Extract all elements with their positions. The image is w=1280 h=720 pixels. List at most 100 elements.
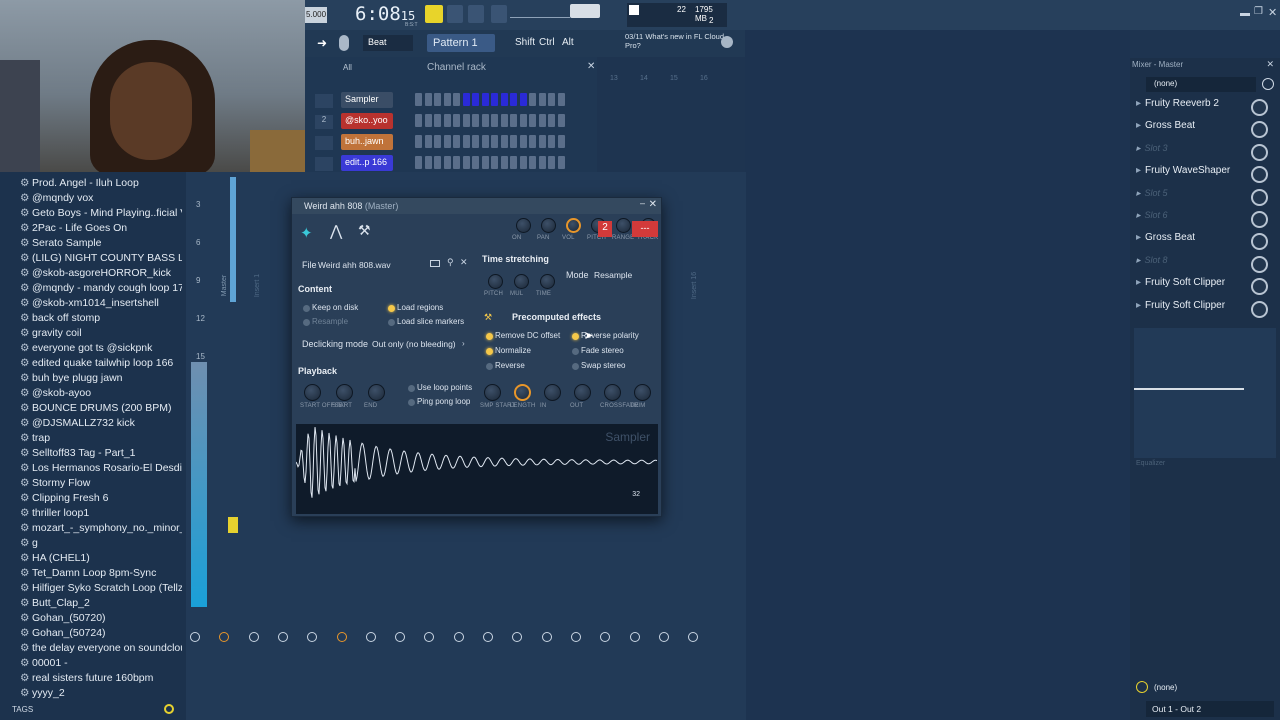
step-button[interactable] bbox=[472, 93, 479, 106]
mixer-slot[interactable]: ▸ Slot 3 bbox=[1136, 143, 1276, 163]
browser-item[interactable]: ⚙ BOUNCE DRUMS (200 BPM) bbox=[20, 402, 182, 417]
preset-select[interactable]: (none) bbox=[1146, 77, 1256, 92]
remove-dc-toggle[interactable] bbox=[486, 333, 493, 340]
browser-item[interactable]: ⚙ Butt_Clap_2 bbox=[20, 597, 182, 612]
step-button[interactable] bbox=[462, 93, 470, 106]
step-button[interactable] bbox=[519, 93, 527, 106]
master-fader[interactable] bbox=[230, 177, 236, 302]
step-button[interactable] bbox=[462, 114, 470, 127]
chevron-right-icon[interactable]: › bbox=[462, 339, 465, 348]
route-knob[interactable] bbox=[219, 632, 230, 642]
step-button[interactable] bbox=[500, 156, 508, 169]
step-button[interactable] bbox=[548, 156, 555, 169]
clock-icon[interactable] bbox=[1262, 78, 1274, 90]
step-button[interactable] bbox=[462, 156, 470, 169]
step-button[interactable] bbox=[481, 93, 489, 106]
channel-number[interactable] bbox=[315, 157, 333, 171]
eq-display[interactable]: Equalizer bbox=[1134, 328, 1276, 467]
knob[interactable] bbox=[514, 384, 531, 401]
step-button[interactable] bbox=[415, 114, 422, 127]
output-select[interactable]: Out 1 - Out 2 bbox=[1146, 701, 1274, 717]
step-button[interactable] bbox=[434, 156, 441, 169]
step-button[interactable] bbox=[415, 135, 422, 148]
browser-item[interactable]: ⚙ Selltoff83 Tag - Part_1 bbox=[20, 447, 182, 462]
knob[interactable] bbox=[368, 384, 385, 401]
channel-button[interactable]: @sko..yoo bbox=[341, 113, 393, 129]
step-button[interactable] bbox=[472, 135, 479, 148]
knob[interactable] bbox=[616, 218, 631, 233]
step-button[interactable] bbox=[443, 93, 451, 106]
route-knob[interactable] bbox=[248, 632, 259, 642]
mix-knob[interactable] bbox=[1251, 278, 1268, 296]
route-knob[interactable] bbox=[190, 632, 200, 642]
step-button[interactable] bbox=[538, 156, 546, 169]
song-position-slider[interactable] bbox=[510, 10, 570, 18]
browser-item[interactable]: ⚙ everyone got ts @sickpnk bbox=[20, 342, 182, 357]
metronome-button[interactable] bbox=[425, 5, 443, 23]
step-button[interactable] bbox=[462, 135, 470, 148]
waveform-display[interactable]: Sampler 32 bbox=[295, 424, 658, 514]
step-button[interactable] bbox=[434, 93, 441, 106]
browser-item[interactable]: ⚙ @skob-xm1014_insertshell bbox=[20, 297, 182, 312]
step-button[interactable] bbox=[424, 135, 432, 148]
knob[interactable] bbox=[484, 384, 501, 401]
play-arrow-icon[interactable]: ➜ bbox=[317, 36, 327, 50]
resample-toggle[interactable] bbox=[303, 319, 310, 326]
snap-selector[interactable]: Beat bbox=[363, 35, 413, 51]
knob[interactable] bbox=[488, 274, 503, 289]
mic-icon[interactable] bbox=[339, 35, 349, 51]
step-button[interactable] bbox=[491, 156, 498, 169]
step-button[interactable] bbox=[529, 114, 536, 127]
knob[interactable] bbox=[604, 384, 621, 401]
step-button[interactable] bbox=[500, 93, 508, 106]
bottom-clock-icon[interactable] bbox=[1136, 681, 1148, 693]
range-value[interactable]: 2 bbox=[598, 221, 612, 237]
step-button[interactable] bbox=[481, 135, 489, 148]
browser-item[interactable]: ⚙ Tet_Damn Loop 8pm-Sync bbox=[20, 567, 182, 582]
browser-item[interactable]: ⚙ Gohan_(50720) bbox=[20, 612, 182, 627]
step-button[interactable] bbox=[519, 135, 527, 148]
countdown-button[interactable] bbox=[447, 5, 463, 23]
step-button[interactable] bbox=[519, 114, 527, 127]
mixer-slot[interactable]: ▸ Fruity Reeverb 2 bbox=[1136, 98, 1276, 118]
step-button[interactable] bbox=[481, 156, 489, 169]
remove-icon[interactable]: ✕ bbox=[460, 257, 468, 268]
close-icon[interactable]: ✕ bbox=[1266, 59, 1274, 70]
browser-item[interactable]: ⚙ @DJSMALLZ732 kick bbox=[20, 417, 182, 432]
step-button[interactable] bbox=[453, 135, 460, 148]
step-button[interactable] bbox=[491, 135, 498, 148]
mixer-slot[interactable]: ▸ Fruity WaveShaper bbox=[1136, 165, 1276, 185]
mixer-slot[interactable]: ▸ Gross Beat bbox=[1136, 120, 1276, 140]
browser-item[interactable]: ⚙ 00001 - bbox=[20, 657, 182, 672]
pattern-selector[interactable]: Pattern 1 bbox=[427, 34, 495, 52]
minimize-icon[interactable]: – bbox=[640, 198, 645, 208]
mixer-slot[interactable]: ▸ Fruity Soft Clipper bbox=[1136, 300, 1276, 320]
step-button[interactable] bbox=[548, 93, 555, 106]
step-button[interactable] bbox=[424, 114, 432, 127]
tempo-display[interactable]: 5.000 bbox=[305, 7, 327, 23]
mix-knob[interactable] bbox=[1251, 255, 1268, 273]
knob[interactable] bbox=[516, 218, 531, 233]
knob[interactable] bbox=[336, 384, 353, 401]
channel-button[interactable]: buh..jawn bbox=[341, 134, 393, 150]
hint-panel[interactable]: 03/11 What's new in FL Cloud Pro? bbox=[625, 32, 725, 54]
browser-item[interactable]: ⚙ 2Pac - Life Goes On bbox=[20, 222, 182, 237]
route-knob[interactable] bbox=[307, 632, 318, 642]
alt-key[interactable]: Alt bbox=[562, 37, 574, 48]
browser-item[interactable]: ⚙ Serato Sample bbox=[20, 237, 182, 252]
step-button[interactable] bbox=[519, 156, 527, 169]
browser-item[interactable]: ⚙Los Hermanos Rosario-El Desdichado bbox=[20, 462, 182, 477]
knob[interactable] bbox=[574, 384, 591, 401]
channel-button[interactable]: Sampler bbox=[341, 92, 393, 108]
step-button[interactable] bbox=[415, 93, 422, 106]
browser-item[interactable]: ⚙ Stormy Flow bbox=[20, 477, 182, 492]
route-knob[interactable] bbox=[483, 632, 493, 642]
browser-item[interactable]: ⚙mozart_-_symphony_no._minor_k_550_compl… bbox=[20, 522, 182, 537]
route-knob[interactable] bbox=[688, 632, 699, 642]
route-knob[interactable] bbox=[658, 632, 669, 642]
route-knob[interactable] bbox=[512, 632, 523, 642]
mixer-slot[interactable]: ▸ Gross Beat bbox=[1136, 232, 1276, 252]
mix-knob[interactable] bbox=[1251, 188, 1268, 206]
tags-label[interactable]: TAGS bbox=[12, 705, 33, 714]
browser-item[interactable]: ⚙(LILG) NIGHT COUNTY BASS LOOP bbox=[20, 252, 182, 267]
